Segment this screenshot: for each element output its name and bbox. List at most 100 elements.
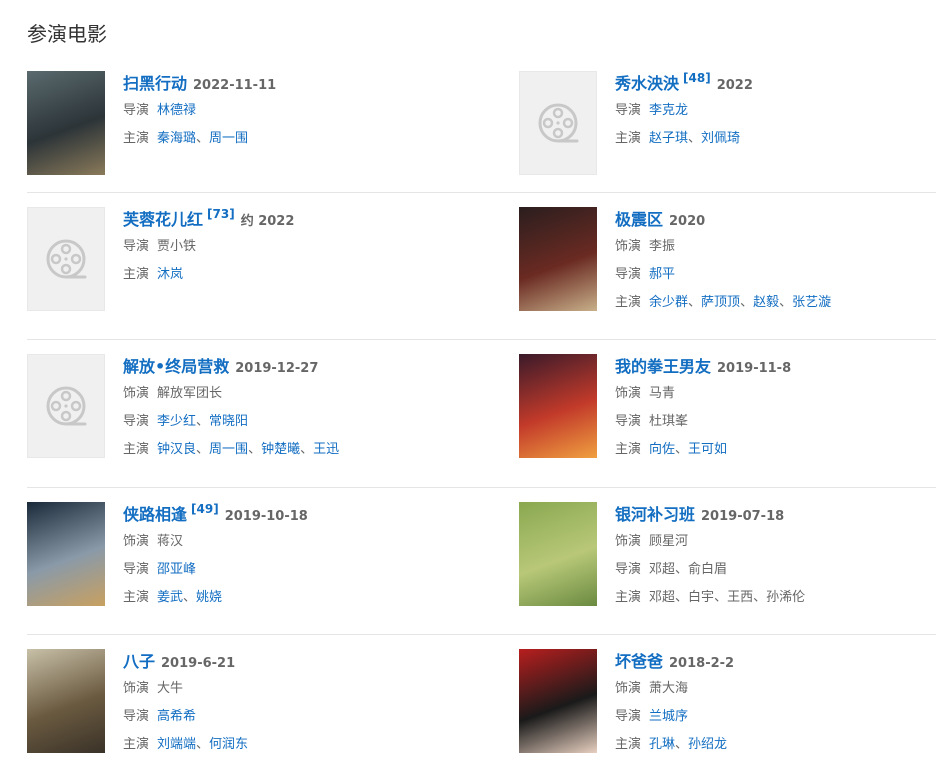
person-link[interactable]: 兰城序 bbox=[649, 709, 688, 724]
person-link[interactable]: 王迅 bbox=[313, 442, 339, 457]
credit-line: 主演 秦海璐、周一围 bbox=[123, 125, 453, 153]
movie-info: 八子 2019-6-21 饰演 大牛 导演 高希希 主演 刘端端、何润东 bbox=[123, 649, 453, 759]
movie-poster[interactable] bbox=[27, 502, 105, 606]
movie-card: 坏爸爸 2018-2-2 饰演 萧大海 导演 兰城序 主演 孔琳、孙绍龙 bbox=[519, 649, 936, 769]
row-divider bbox=[27, 339, 936, 340]
credit-role-label: 导演 bbox=[615, 414, 642, 429]
movie-card: 解放•终局营救 2019-12-27 饰演 解放军团长 导演 李少红、常晓阳 主演 钟汉良、周… bbox=[27, 354, 457, 474]
movie-title-link[interactable]: 秀水泱泱 bbox=[615, 74, 679, 93]
movie-info: 侠路相逢 [49] 2019-10-18 饰演 蒋汉 导演 邵亚峰 主演 姜武、姚娆 bbox=[123, 502, 453, 612]
movie-title-link[interactable]: 八子 bbox=[123, 652, 155, 671]
person-link[interactable]: 孔琳 bbox=[649, 737, 675, 752]
movie-title-link[interactable]: 解放•终局营救 bbox=[123, 357, 229, 376]
credit-role-label: 饰演 bbox=[615, 681, 642, 696]
movie-card: 极震区 2020 饰演 李振 导演 郝平 主演 余少群、萨顶顶、赵毅、张艺漩 bbox=[519, 207, 936, 327]
person-link[interactable]: 钟汉良 bbox=[157, 442, 196, 457]
movie-poster[interactable] bbox=[519, 207, 597, 311]
person-link[interactable]: 刘佩琦 bbox=[701, 131, 740, 146]
movie-poster[interactable] bbox=[519, 71, 597, 175]
movie-poster[interactable] bbox=[519, 354, 597, 458]
credit-role-label: 主演 bbox=[615, 295, 642, 310]
movie-card: 秀水泱泱 [48] 2022 导演 李克龙 主演 赵子琪、刘佩琦 bbox=[519, 71, 936, 191]
person-link[interactable]: 刘端端 bbox=[157, 737, 196, 752]
movie-title-line: 我的拳王男友 2019-11-8 bbox=[615, 354, 936, 380]
movie-poster[interactable] bbox=[27, 207, 105, 311]
person-link[interactable]: 钟楚曦 bbox=[261, 442, 300, 457]
movie-title-link[interactable]: 芙蓉花儿红 bbox=[123, 210, 203, 229]
name-separator: 、 bbox=[688, 131, 702, 146]
person-link[interactable]: 沐岚 bbox=[157, 267, 183, 282]
person-link[interactable]: 常晓阳 bbox=[209, 414, 248, 429]
movie-title-link[interactable]: 坏爸爸 bbox=[615, 652, 663, 671]
credit-role-label: 导演 bbox=[615, 103, 642, 118]
person-name: 邓超 bbox=[649, 590, 676, 605]
person-link[interactable]: 赵毅 bbox=[753, 295, 779, 310]
movie-info: 秀水泱泱 [48] 2022 导演 李克龙 主演 赵子琪、刘佩琦 bbox=[615, 71, 936, 153]
person-link[interactable]: 王可如 bbox=[688, 442, 727, 457]
person-link[interactable]: 姚娆 bbox=[196, 590, 222, 605]
person-name: 白宇 bbox=[688, 590, 715, 605]
movie-info: 我的拳王男友 2019-11-8 饰演 马青 导演 杜琪峯 主演 向佐、王可如 bbox=[615, 354, 936, 464]
name-separator: 、 bbox=[740, 295, 754, 310]
person-link[interactable]: 余少群 bbox=[649, 295, 688, 310]
credit-line: 主演 向佐、王可如 bbox=[615, 436, 936, 464]
credit-line: 饰演 马青 bbox=[615, 380, 936, 408]
movie-title-line: 银河补习班 2019-07-18 bbox=[615, 502, 936, 528]
reference-link[interactable]: [49] bbox=[191, 502, 219, 516]
person-link[interactable]: 何润东 bbox=[209, 737, 248, 752]
movie-poster[interactable] bbox=[519, 502, 597, 606]
credit-role-label: 主演 bbox=[615, 442, 642, 457]
movie-card: 侠路相逢 [49] 2019-10-18 饰演 蒋汉 导演 邵亚峰 主演 姜武、姚娆 bbox=[27, 502, 457, 622]
reference-link[interactable]: [48] bbox=[683, 71, 711, 85]
person-link[interactable]: 张艺漩 bbox=[792, 295, 831, 310]
person-link[interactable]: 李少红 bbox=[157, 414, 196, 429]
movie-title-link[interactable]: 极震区 bbox=[615, 210, 663, 229]
name-separator: 、 bbox=[196, 131, 210, 146]
person-name: 王西 bbox=[727, 590, 754, 605]
person-link[interactable]: 秦海璐 bbox=[157, 131, 196, 146]
credit-role-label: 导演 bbox=[123, 239, 150, 254]
person-name: 杜琪峯 bbox=[649, 414, 689, 429]
person-link[interactable]: 姜武 bbox=[157, 590, 183, 605]
name-separator: 、 bbox=[688, 295, 702, 310]
person-link[interactable]: 邵亚峰 bbox=[157, 562, 196, 577]
credit-line: 主演 钟汉良、周一围、钟楚曦、王迅 bbox=[123, 436, 453, 464]
person-link[interactable]: 李克龙 bbox=[649, 103, 688, 118]
credit-role-label: 饰演 bbox=[615, 534, 642, 549]
credit-line: 导演 高希希 bbox=[123, 703, 453, 731]
movie-card: 扫黑行动 2022-11-11 导演 林德禄 主演 秦海璐、周一围 bbox=[27, 71, 457, 191]
person-name: 俞白眉 bbox=[688, 562, 728, 577]
movie-title-link[interactable]: 侠路相逢 bbox=[123, 505, 187, 524]
person-link[interactable]: 萨顶顶 bbox=[701, 295, 740, 310]
movie-title-link[interactable]: 我的拳王男友 bbox=[615, 357, 711, 376]
movie-year: 2022 bbox=[716, 78, 753, 93]
movie-title-link[interactable]: 银河补习班 bbox=[615, 505, 695, 524]
reference-link[interactable]: [73] bbox=[207, 207, 235, 221]
credit-role-label: 饰演 bbox=[123, 386, 150, 401]
movie-poster[interactable] bbox=[519, 649, 597, 753]
credit-role-label: 饰演 bbox=[615, 386, 642, 401]
credit-line: 饰演 顾星河 bbox=[615, 528, 936, 556]
movie-title-line: 扫黑行动 2022-11-11 bbox=[123, 71, 453, 97]
film-reel-icon bbox=[46, 386, 87, 426]
person-link[interactable]: 郝平 bbox=[649, 267, 675, 282]
movie-poster[interactable] bbox=[27, 71, 105, 175]
movie-year: 2018-2-2 bbox=[669, 656, 735, 671]
name-separator: 、 bbox=[675, 590, 689, 605]
person-link[interactable]: 孙绍龙 bbox=[688, 737, 727, 752]
credit-line: 导演 杜琪峯 bbox=[615, 408, 936, 436]
credit-role-label: 导演 bbox=[615, 267, 642, 282]
person-name: 贾小铁 bbox=[157, 239, 197, 254]
person-link[interactable]: 周一围 bbox=[209, 442, 248, 457]
movie-title-link[interactable]: 扫黑行动 bbox=[123, 74, 187, 93]
movie-poster[interactable] bbox=[27, 649, 105, 753]
person-link[interactable]: 高希希 bbox=[157, 709, 196, 724]
person-link[interactable]: 周一围 bbox=[209, 131, 248, 146]
person-link[interactable]: 向佐 bbox=[649, 442, 675, 457]
movie-list: 扫黑行动 2022-11-11 导演 林德禄 主演 秦海璐、周一围 秀水泱泱 [48] 2022… bbox=[0, 0, 936, 776]
movie-year: 2019-11-8 bbox=[717, 361, 792, 376]
person-link[interactable]: 赵子琪 bbox=[649, 131, 688, 146]
person-link[interactable]: 林德禄 bbox=[157, 103, 196, 118]
movie-year: 约 2022 bbox=[240, 214, 295, 229]
movie-poster[interactable] bbox=[27, 354, 105, 458]
